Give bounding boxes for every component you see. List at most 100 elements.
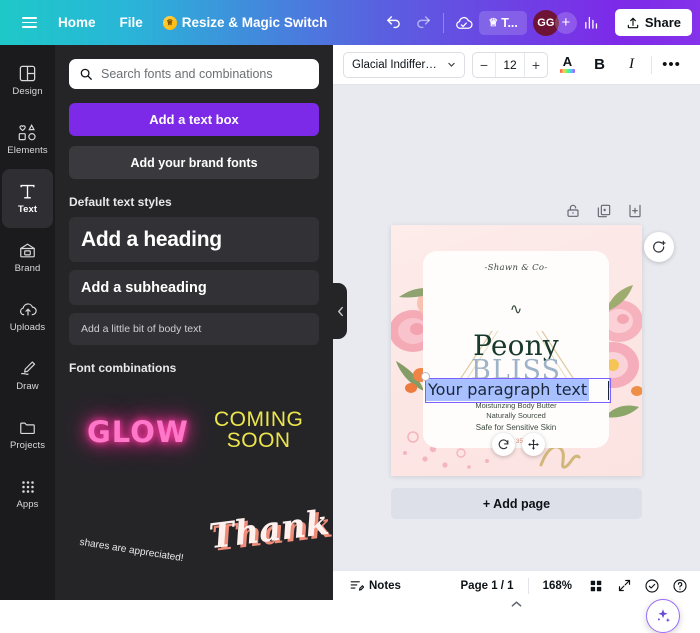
sidebar-item-uploads-label: Uploads <box>9 322 46 333</box>
add-text-box-button[interactable]: Add a text box <box>69 103 319 136</box>
left-rail: Design Elements Text Brand Uploads Draw … <box>0 45 55 600</box>
font-size-increase-button[interactable]: + <box>525 53 547 77</box>
notes-button[interactable]: Notes <box>343 575 407 596</box>
design-volume: 12 oz | 355 mL <box>494 438 538 445</box>
check-circle-icon[interactable] <box>642 576 662 596</box>
move-handle-icon[interactable] <box>522 433 545 456</box>
combo-coming-soon[interactable]: COMING SOON <box>214 409 303 451</box>
style-card-body[interactable]: Add a little bit of body text <box>69 313 319 345</box>
sidebar-item-elements-label: Elements <box>7 145 48 156</box>
analytics-icon[interactable] <box>577 8 607 38</box>
add-page-button[interactable]: + Add page <box>391 488 642 519</box>
cloud-saved-icon[interactable] <box>449 8 479 38</box>
font-size-stepper[interactable]: − 12 + <box>472 51 548 78</box>
sidebar-item-apps[interactable]: Apps <box>0 464 55 523</box>
design-canvas-page[interactable]: -Shawn & Co- ∿ Peony BLISS Moisturizing … <box>391 225 642 476</box>
sidebar-item-projects-label: Projects <box>9 440 46 451</box>
sidebar-item-brand[interactable]: Brand <box>0 228 55 287</box>
combo-glow[interactable]: GLOW <box>87 415 189 449</box>
sparkle-glyph <box>657 609 671 623</box>
canvas-stage: -Shawn & Co- ∿ Peony BLISS Moisturizing … <box>333 85 700 633</box>
sidebar-item-design[interactable]: Design <box>0 51 55 110</box>
font-size-value[interactable]: 12 <box>495 52 525 77</box>
elements-icon <box>18 123 36 141</box>
text-icon <box>20 184 35 199</box>
chevron-left-icon <box>337 306 343 316</box>
share-button[interactable]: Share <box>614 9 692 36</box>
style-heading-label: Add a heading <box>81 227 222 251</box>
crown-icon: ♕ <box>162 15 177 30</box>
sidebar-item-draw-label: Draw <box>16 381 39 392</box>
italic-button[interactable]: I <box>619 52 644 77</box>
projects-icon <box>20 422 35 435</box>
default-text-styles-title: Default text styles <box>69 195 172 209</box>
sidebar-item-design-label: Design <box>12 86 43 97</box>
home-button[interactable]: Home <box>48 9 106 36</box>
combo-thank-you[interactable]: Thank <box>207 503 331 557</box>
hamburger-icon[interactable] <box>14 8 44 38</box>
help-icon[interactable] <box>670 576 690 596</box>
style-subheading-label: Add a subheading <box>81 279 207 296</box>
file-menu-button[interactable]: File <box>110 9 153 36</box>
sidebar-item-apps-label: Apps <box>16 498 39 510</box>
sidebar-item-projects[interactable]: Projects <box>0 405 55 464</box>
add-collaborator-button[interactable]: + <box>554 11 577 34</box>
toolbar-divider <box>443 12 445 33</box>
draw-icon <box>20 361 35 375</box>
chevron-down-icon <box>448 62 455 67</box>
collapse-panel-handle[interactable] <box>333 283 347 339</box>
resize-label: Resize & Magic Switch <box>181 15 328 30</box>
scroll-up-handle[interactable] <box>495 595 537 612</box>
rotate-handle-icon[interactable] <box>492 433 515 456</box>
sidebar-item-uploads[interactable]: Uploads <box>0 287 55 346</box>
design-body-text: Moisturizing Body Butter Naturally Sourc… <box>423 401 609 421</box>
text-color-swatch <box>560 69 575 73</box>
apps-icon <box>21 480 34 493</box>
magic-sparkle-icon[interactable] <box>646 599 680 633</box>
bold-button[interactable]: B <box>587 52 612 77</box>
style-card-subheading[interactable]: Add a subheading <box>69 270 319 305</box>
zoom-level[interactable]: 168% <box>537 577 578 595</box>
duplicate-page-icon[interactable] <box>596 203 612 219</box>
undo-icon[interactable] <box>378 8 408 38</box>
resize-magic-switch-button[interactable]: ♕ Resize & Magic Switch <box>153 9 338 36</box>
search-input[interactable] <box>101 67 309 81</box>
fullscreen-icon[interactable] <box>614 576 634 596</box>
style-body-label: Add a little bit of body text <box>81 323 202 335</box>
brand-line: -Shawn & Co- <box>484 263 548 273</box>
font-combinations-title: Font combinations <box>69 361 177 375</box>
text-color-icon[interactable]: A <box>555 52 580 77</box>
page-indicator[interactable]: Page 1 / 1 <box>455 577 520 595</box>
notes-icon <box>350 581 364 591</box>
font-size-decrease-button[interactable]: − <box>473 53 495 77</box>
add-comment-icon[interactable] <box>644 232 674 262</box>
add-brand-fonts-button[interactable]: Add your brand fonts <box>69 146 319 179</box>
editor-area: Glacial Indiffere... − 12 + A B I ••• -S… <box>333 45 700 633</box>
lock-icon[interactable] <box>565 203 581 219</box>
notes-label: Notes <box>369 579 401 592</box>
text-caret <box>607 381 609 400</box>
try-pro-button[interactable]: ♕ T... <box>479 10 527 35</box>
resize-handle-left[interactable] <box>421 372 430 381</box>
crown-small-icon: ♕ <box>488 17 499 29</box>
design-safe-line: Safe for Sensitive Skin <box>475 423 557 432</box>
search-icon <box>80 68 92 80</box>
sidebar-item-elements[interactable]: Elements <box>0 110 55 169</box>
monogram: ∿ <box>486 287 546 331</box>
grid-view-icon[interactable] <box>586 576 606 596</box>
more-options-button[interactable]: ••• <box>659 52 684 77</box>
search-fonts-box[interactable] <box>69 59 319 89</box>
sidebar-item-brand-label: Brand <box>14 263 41 274</box>
bottombar-separator <box>527 577 529 594</box>
redo-icon[interactable] <box>408 8 438 38</box>
sidebar-item-draw[interactable]: Draw <box>0 346 55 405</box>
page-actions <box>565 203 643 219</box>
selected-text-box[interactable]: Your paragraph text <box>421 372 611 403</box>
font-family-select[interactable]: Glacial Indiffere... <box>343 51 465 78</box>
combo-shares-appreciated[interactable]: shares are appreciated! <box>79 537 185 564</box>
style-card-heading[interactable]: Add a heading <box>69 217 319 262</box>
combo-coming-line1: COMING <box>214 408 304 431</box>
sidebar-item-text[interactable]: Text <box>2 169 53 228</box>
add-page-icon[interactable] <box>627 203 643 219</box>
selected-text-value[interactable]: Your paragraph text <box>426 379 590 401</box>
